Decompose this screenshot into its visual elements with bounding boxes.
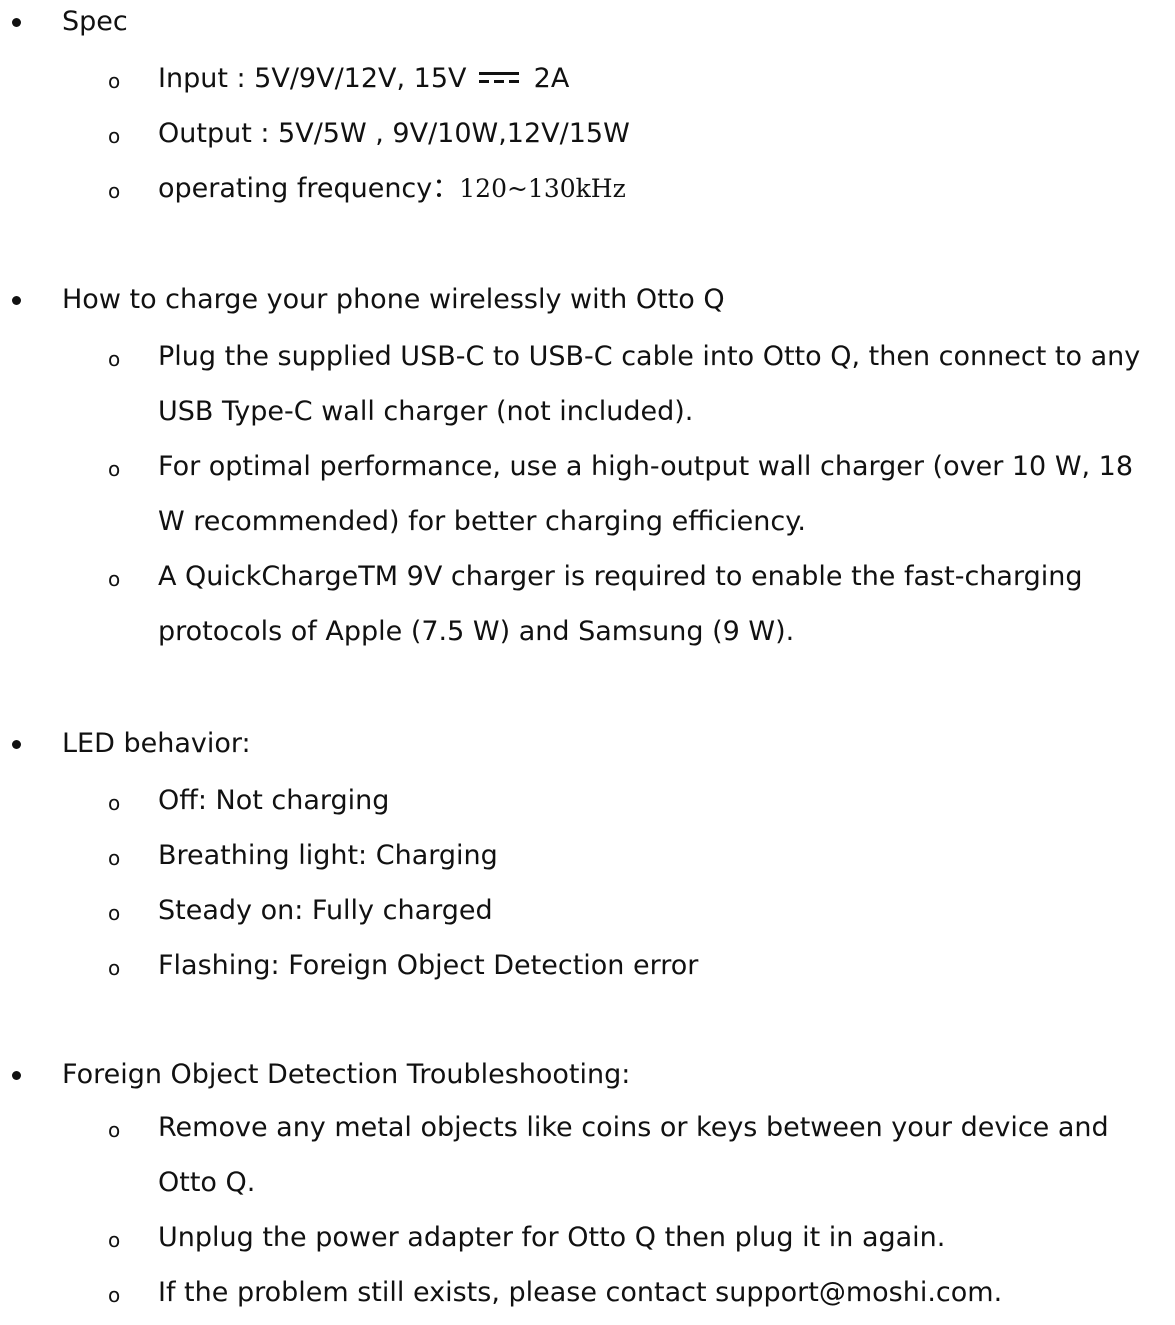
list-item: o Unplug the power adapter for Otto Q th… <box>0 1210 1168 1265</box>
charging-list: o Plug the supplied USB-C to USB-C cable… <box>0 329 1175 659</box>
troubleshooting-heading: Foreign Object Detection Troubleshooting… <box>62 1059 631 1090</box>
frequency-label: operating frequency： <box>158 173 460 204</box>
spec-heading: Spec <box>62 6 128 37</box>
troubleshooting-step-text: Unplug the power adapter for Otto Q then… <box>158 1222 946 1253</box>
list-item: o Steady on: Fully charged <box>0 883 1168 938</box>
charging-heading-row: How to charge your phone wirelessly with… <box>0 278 1175 322</box>
list-item: o Output : 5V/5W , 9V/10W,12V/15W <box>0 106 1168 161</box>
list-item: o operating frequency：120~130kHz <box>0 161 1168 216</box>
spec-heading-row: Spec <box>0 0 1175 44</box>
charging-step-text: For optimal performance, use a high-outp… <box>158 451 1134 537</box>
led-section: LED behavior: o Off: Not charging o Brea… <box>0 722 1175 993</box>
list-item: o Flashing: Foreign Object Detection err… <box>0 938 1168 993</box>
bullet-icon <box>12 296 21 305</box>
output-spec-text: Output : 5V/5W , 9V/10W,12V/15W <box>158 118 630 149</box>
dc-current-icon <box>479 71 520 83</box>
led-heading-row: LED behavior: <box>0 722 1175 766</box>
troubleshooting-section: Foreign Object Detection Troubleshooting… <box>0 1053 1175 1320</box>
list-item: o Plug the supplied USB-C to USB-C cable… <box>0 329 1168 439</box>
sub-bullet-icon: o <box>108 846 121 870</box>
bullet-icon <box>12 740 21 749</box>
list-item: o Breathing light: Charging <box>0 828 1168 883</box>
list-item: o Input : 5V/9V/12V, 15V 2A <box>0 51 1168 106</box>
list-item: o A QuickChargeTM 9V charger is required… <box>0 549 1168 659</box>
sub-bullet-icon: o <box>108 124 121 148</box>
sub-bullet-icon: o <box>108 179 121 203</box>
led-heading: LED behavior: <box>62 728 251 759</box>
troubleshooting-heading-row: Foreign Object Detection Troubleshooting… <box>0 1053 1175 1097</box>
spec-list: o Input : 5V/9V/12V, 15V 2A o Output : 5… <box>0 51 1175 216</box>
sub-bullet-icon: o <box>108 1118 121 1142</box>
sub-bullet-icon: o <box>108 791 121 815</box>
sub-bullet-icon: o <box>108 1228 121 1252</box>
bullet-icon <box>12 1071 21 1080</box>
sub-bullet-icon: o <box>108 457 121 481</box>
sub-bullet-icon: o <box>108 567 121 591</box>
sub-bullet-icon: o <box>108 347 121 371</box>
sub-bullet-icon: o <box>108 956 121 980</box>
led-state-text: Steady on: Fully charged <box>158 895 493 926</box>
input-spec-text: Input : 5V/9V/12V, 15V <box>158 63 467 94</box>
frequency-value: 120~130kHz <box>459 174 626 203</box>
spec-section: Spec o Input : 5V/9V/12V, 15V 2A o Outpu… <box>0 0 1175 216</box>
list-item: o Remove any metal objects like coins or… <box>0 1100 1168 1210</box>
charging-section: How to charge your phone wirelessly with… <box>0 278 1175 659</box>
led-state-text: Flashing: Foreign Object Detection error <box>158 950 699 981</box>
charging-step-text: A QuickChargeTM 9V charger is required t… <box>158 561 1083 647</box>
sub-bullet-icon: o <box>108 901 121 925</box>
charging-heading: How to charge your phone wirelessly with… <box>62 284 725 315</box>
input-current-text: 2A <box>533 63 570 94</box>
sub-bullet-icon: o <box>108 69 121 93</box>
troubleshooting-list: o Remove any metal objects like coins or… <box>0 1100 1175 1320</box>
charging-step-text: Plug the supplied USB-C to USB-C cable i… <box>158 341 1141 427</box>
sub-bullet-icon: o <box>108 1283 121 1307</box>
led-list: o Off: Not charging o Breathing light: C… <box>0 773 1175 993</box>
bullet-icon <box>12 18 21 27</box>
led-state-text: Off: Not charging <box>158 785 390 816</box>
list-item: o Off: Not charging <box>0 773 1168 828</box>
troubleshooting-step-text: Remove any metal objects like coins or k… <box>158 1112 1109 1198</box>
led-state-text: Breathing light: Charging <box>158 840 498 871</box>
list-item: o For optimal performance, use a high-ou… <box>0 439 1168 549</box>
troubleshooting-step-text: If the problem still exists, please cont… <box>158 1277 1003 1308</box>
